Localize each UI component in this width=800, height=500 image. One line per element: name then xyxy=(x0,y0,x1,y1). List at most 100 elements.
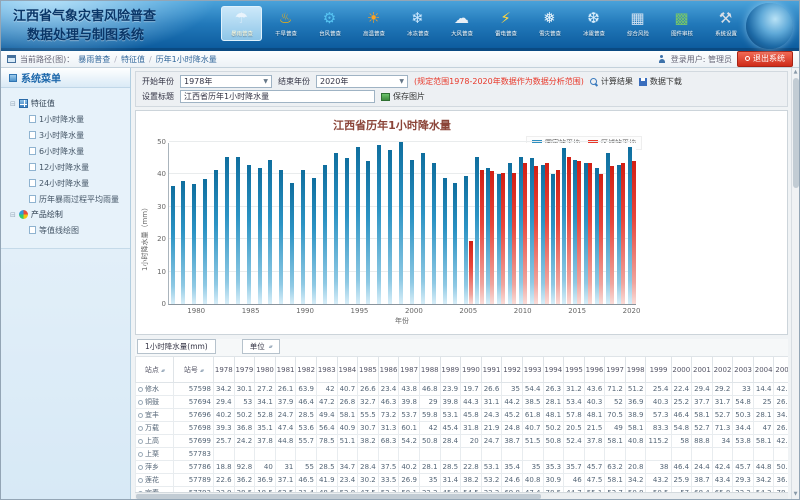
collapse-icon[interactable]: ⊟ xyxy=(10,212,16,218)
column-header-year: 1991 xyxy=(481,357,502,383)
sidebar-tree: ⊟ 特征值 1小时降水量 3小时降水量 6小时降水量 12小时降水量 24小时降… xyxy=(1,88,130,242)
bar-regional xyxy=(556,170,560,304)
column-header-year: 1993 xyxy=(522,357,543,383)
breadcrumb-item[interactable]: 历年1小时降水量 xyxy=(156,54,217,65)
scrollbar-thumb[interactable] xyxy=(136,494,541,499)
bar-regional xyxy=(490,171,494,304)
column-header-year: 1995 xyxy=(564,357,585,383)
chart-title-input[interactable] xyxy=(180,90,375,103)
collapse-icon[interactable]: ⊟ xyxy=(10,101,16,107)
scrollbar-thumb[interactable] xyxy=(793,78,799,188)
toolbar-item-heat[interactable]: ☀ 高温普查 xyxy=(353,6,394,41)
table-row: 万载5769839.336.835.147.453.656.440.930.73… xyxy=(136,422,789,435)
page-vertical-scrollbar[interactable]: ▲ ▼ xyxy=(791,68,799,499)
gale-icon: ☁ xyxy=(454,8,469,29)
tree-leaf[interactable]: 3小时降水量 xyxy=(3,127,128,143)
data-table: 站点 ▴▾站号 ▴▾197819791980198119821983198419… xyxy=(135,356,788,499)
bar-national xyxy=(236,157,240,304)
row-radio[interactable] xyxy=(138,400,143,405)
toolbar-item-lightning[interactable]: ⚡ 雷电普查 xyxy=(485,6,526,41)
bar-national xyxy=(258,168,262,304)
column-header-station-id[interactable]: 站号 ▴▾ xyxy=(174,357,214,383)
scroll-down-arrow[interactable]: ▼ xyxy=(794,490,798,499)
bar-national xyxy=(279,170,283,304)
toolbar-item-calculator[interactable]: ▦ 综合风险 xyxy=(617,6,658,41)
snow-icon: ❅ xyxy=(543,8,556,29)
chevron-down-icon: ▼ xyxy=(399,78,404,85)
column-header-year: 2002 xyxy=(712,357,733,383)
app-title: 江西省气象灾害风险普查 数据处理与制图系统 xyxy=(1,1,219,48)
data-download-button[interactable]: 数据下载 xyxy=(639,76,682,87)
save-image-button[interactable]: 保存图片 xyxy=(381,91,425,102)
search-icon xyxy=(590,78,598,86)
table-horizontal-scrollbar[interactable] xyxy=(135,492,788,499)
tree-leaf[interactable]: 等值线绘图 xyxy=(3,222,128,238)
hail-icon: ❆ xyxy=(587,8,600,29)
table-row: 萍乡5778618.892.840315528.534.728.437.540.… xyxy=(136,461,789,474)
sort-arrows-icon: ▴▾ xyxy=(161,368,164,374)
page-icon xyxy=(29,226,36,234)
toolbar-item-snow[interactable]: ❅ 雪灾普查 xyxy=(529,6,570,41)
tree-node[interactable]: ⊟ 特征值 xyxy=(3,96,128,111)
column-header-year: 1979 xyxy=(234,357,255,383)
end-year-select[interactable]: 2020年▼ xyxy=(316,75,408,88)
unit-dropdown[interactable]: 单位 ▴▾ xyxy=(242,339,280,354)
toolbar-item-hail[interactable]: ❆ 冰雹普查 xyxy=(573,6,614,41)
tree-leaf[interactable]: 历年暴雨过程平均雨量 xyxy=(3,191,128,207)
control-panel: 开始年份 1978年▼ 结束年份 2020年▼ (规定范围1978-2020年数… xyxy=(135,71,788,107)
column-header-station[interactable]: 站点 ▴▾ xyxy=(136,357,174,383)
table-filter-box: 1小时降水量(mm) xyxy=(137,339,216,354)
sidebar-title: 系统菜单 xyxy=(21,70,61,85)
y-tick: 20 xyxy=(150,235,166,243)
page-icon xyxy=(29,179,36,187)
table-row: 铜鼓5769429.45334.137.946.447.226.832.746.… xyxy=(136,396,789,409)
chart-y-axis-label: 1小时降水量（mm） xyxy=(140,204,150,271)
tree-node[interactable]: ⊟ 产品绘制 xyxy=(3,207,128,222)
row-radio[interactable] xyxy=(138,413,143,418)
login-user-label: 登录用户: 管理员 xyxy=(671,54,732,65)
row-radio[interactable] xyxy=(138,478,143,483)
column-header-year: 2001 xyxy=(692,357,713,383)
breadcrumb-item[interactable]: 特征值 xyxy=(121,54,145,65)
table-row: 修水5759834.230.127.226.163.94240.726.623.… xyxy=(136,383,789,396)
breadcrumb-item[interactable]: 暴雨普查 xyxy=(78,54,110,65)
toolbar-item-rainstorm[interactable]: ☂ 暴雨普查 xyxy=(221,6,262,41)
start-year-select[interactable]: 1978年▼ xyxy=(180,75,272,88)
tree-leaf[interactable]: 6小时降水量 xyxy=(3,143,128,159)
bar-national xyxy=(410,160,414,304)
column-header-year: 1980 xyxy=(255,357,276,383)
bar-national xyxy=(377,145,381,304)
toolbar-item-typhoon[interactable]: ⚙ 台风普查 xyxy=(309,6,350,41)
bar-national xyxy=(290,183,294,305)
toolbar-item-settings[interactable]: ⚒ 系统设置 xyxy=(705,6,746,41)
bar-national xyxy=(421,153,425,304)
row-radio[interactable] xyxy=(138,439,143,444)
y-tick: 40 xyxy=(150,170,166,178)
column-header-year: 1997 xyxy=(605,357,626,383)
bar-regional xyxy=(567,157,571,304)
calc-result-button[interactable]: 计算结果 xyxy=(590,76,633,87)
toolbar-item-freeze[interactable]: ❄ 冰冻普查 xyxy=(397,6,438,41)
toolbar-item-gale[interactable]: ☁ 大风普查 xyxy=(441,6,482,41)
column-header-year: 1983 xyxy=(316,357,337,383)
tree-leaf[interactable]: 24小时降水量 xyxy=(3,175,128,191)
bar-regional xyxy=(577,161,581,304)
logout-button[interactable]: 退出系统 xyxy=(737,51,793,67)
user-icon xyxy=(658,55,666,63)
y-tick: 30 xyxy=(150,203,166,211)
table-row: 上栗57783 xyxy=(136,448,789,461)
row-radio[interactable] xyxy=(138,452,143,457)
toolbar-item-map-review[interactable]: ▩ 图件审核 xyxy=(661,6,702,41)
x-tick: 2000 xyxy=(405,307,423,315)
toolbar-item-drought[interactable]: ♨ 干旱普查 xyxy=(265,6,306,41)
window-icon xyxy=(7,55,16,63)
bar-national xyxy=(214,170,218,304)
row-radio[interactable] xyxy=(138,387,143,392)
scroll-up-arrow[interactable]: ▲ xyxy=(794,68,798,77)
tree-leaf[interactable]: 12小时降水量 xyxy=(3,159,128,175)
tree-leaf[interactable]: 1小时降水量 xyxy=(3,111,128,127)
row-radio[interactable] xyxy=(138,465,143,470)
row-radio[interactable] xyxy=(138,426,143,431)
bar-national xyxy=(432,163,436,304)
bar-regional xyxy=(501,173,505,304)
